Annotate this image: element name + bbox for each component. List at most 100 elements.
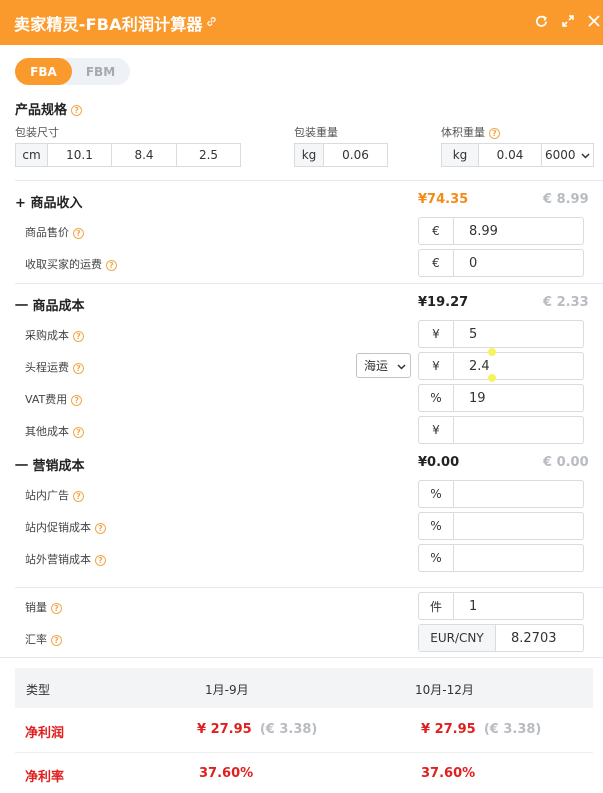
help-icon[interactable]: ? xyxy=(73,362,84,374)
refresh-icon[interactable] xyxy=(532,12,550,30)
help-icon[interactable]: ? xyxy=(489,127,500,139)
help-icon[interactable]: ? xyxy=(95,554,106,566)
collapse-toggle-icon: 一 xyxy=(15,299,29,314)
help-icon[interactable]: ? xyxy=(71,105,83,116)
height-input[interactable]: 2.5 xyxy=(177,144,240,166)
volume-value: 0.04 xyxy=(479,144,542,166)
divisor-value: 6000 xyxy=(545,148,576,162)
column-header-type: 类型 xyxy=(26,683,51,697)
size-unit: cm xyxy=(16,144,48,166)
percent-prefix: % xyxy=(419,385,454,411)
offsite-marketing-input[interactable]: % xyxy=(418,544,584,572)
currency-prefix: ¥ xyxy=(419,353,454,379)
input-value[interactable]: 2.4 xyxy=(454,353,583,379)
summary-table-header: 类型 1月-9月 10月-12月 xyxy=(15,668,593,708)
divider xyxy=(15,752,593,753)
onsite-promo-label: 站内促销成本 xyxy=(25,521,91,534)
width-input[interactable]: 8.4 xyxy=(112,144,177,166)
sale-price-input[interactable]: €8.99 xyxy=(418,217,584,245)
profit-label: 净利润 xyxy=(25,726,65,741)
help-icon[interactable]: ? xyxy=(73,330,84,342)
help-icon[interactable]: ? xyxy=(51,602,62,614)
cost-row-label: 采购成本? xyxy=(25,327,84,343)
input-value[interactable]: 8.99 xyxy=(454,218,583,244)
input-value[interactable]: 5 xyxy=(454,321,583,347)
margin-oct-dec: 37.60% xyxy=(421,766,476,781)
divisor-select[interactable]: 6000 xyxy=(542,144,593,166)
app-title: 卖家精灵-FBA利润计算器 xyxy=(14,14,203,34)
input-value[interactable]: 0 xyxy=(454,250,583,276)
size-label: 包装尺寸 xyxy=(15,126,59,139)
purchase-cost-label: 采购成本 xyxy=(25,329,69,342)
close-icon[interactable] xyxy=(585,12,603,30)
help-icon[interactable]: ? xyxy=(73,227,84,239)
weight-input-group: kg 0.06 xyxy=(294,143,388,167)
shipping-method-select[interactable]: 海运 xyxy=(356,353,411,378)
title-bar: 卖家精灵-FBA利润计算器 xyxy=(0,0,603,45)
weight-input[interactable]: 0.06 xyxy=(324,144,387,166)
first-leg-input[interactable]: ¥2.4 xyxy=(418,352,584,380)
help-icon[interactable]: ? xyxy=(95,522,106,534)
help-icon[interactable]: ? xyxy=(51,634,62,646)
quantity-input[interactable]: 件1 xyxy=(418,592,584,620)
help-icon[interactable]: ? xyxy=(73,490,84,502)
currency-prefix: ¥ xyxy=(419,417,454,443)
volume-unit: kg xyxy=(442,144,479,166)
other-cost-input[interactable]: ¥ xyxy=(418,416,584,444)
purchase-cost-input[interactable]: ¥5 xyxy=(418,320,584,348)
help-icon[interactable]: ? xyxy=(71,394,83,406)
cost-row-label: 头程运费? xyxy=(25,359,84,375)
help-icon[interactable]: ? xyxy=(106,259,117,271)
divider xyxy=(15,587,603,588)
buyer-shipping-label: 收取买家的运费 xyxy=(25,258,102,271)
income-cny: ¥74.35 xyxy=(418,192,469,207)
cost-title: 商品成本 xyxy=(32,299,85,314)
buyer-shipping-input[interactable]: €0 xyxy=(418,249,584,277)
column-header-jan-sep: 1月-9月 xyxy=(205,683,249,697)
income-title: 商品收入 xyxy=(30,196,83,211)
mode-tabs: FBA FBM xyxy=(15,58,130,85)
currency-pair-prefix: EUR/CNY xyxy=(419,625,496,651)
onsite-promo-input[interactable]: % xyxy=(418,512,584,540)
exchange-rate-input[interactable]: EUR/CNY 8.2703 xyxy=(418,624,584,652)
expand-toggle-icon: + xyxy=(15,196,26,211)
cost-eur: € 2.33 xyxy=(543,295,589,310)
cursor-marker-bottom xyxy=(488,374,496,382)
marketing-row-label: 站内促销成本? xyxy=(25,519,106,535)
profit-oct-dec: ¥ 27.95 (€ 3.38) xyxy=(421,722,541,737)
margin-jan-sep: 37.60% xyxy=(199,766,254,781)
vat-label: VAT费用 xyxy=(25,393,68,406)
expand-icon[interactable] xyxy=(559,12,577,30)
link-icon[interactable] xyxy=(206,16,217,30)
profit-eur: (€ 3.38) xyxy=(483,722,542,737)
input-value[interactable] xyxy=(454,417,583,443)
marketing-header[interactable]: 一 营销成本 xyxy=(15,455,85,474)
tab-fba[interactable]: FBA xyxy=(15,58,72,85)
onsite-ads-input[interactable]: % xyxy=(418,480,584,508)
size-input-group: cm 10.1 8.4 2.5 xyxy=(15,143,241,167)
chevron-down-icon xyxy=(397,359,406,373)
currency-prefix: € xyxy=(419,218,454,244)
income-header[interactable]: + 商品收入 xyxy=(15,192,82,211)
tab-fbm[interactable]: FBM xyxy=(72,58,129,85)
cost-row-label: VAT费用? xyxy=(25,391,83,407)
percent-prefix: % xyxy=(419,513,454,539)
cost-header[interactable]: 一 商品成本 xyxy=(15,295,85,314)
marketing-row-label: 站外营销成本? xyxy=(25,551,106,567)
input-value[interactable]: 19 xyxy=(454,385,583,411)
cost-cny: ¥19.27 xyxy=(418,295,469,310)
quantity-label: 销量 xyxy=(25,601,47,614)
chevron-down-icon xyxy=(581,148,590,162)
weight-label: 包装重量 xyxy=(294,126,338,139)
input-value[interactable]: 8.2703 xyxy=(496,625,583,651)
vat-input[interactable]: % 19 xyxy=(418,384,584,412)
input-value[interactable]: 1 xyxy=(454,593,583,619)
help-icon[interactable]: ? xyxy=(73,426,84,438)
input-value[interactable] xyxy=(454,481,583,507)
onsite-ads-label: 站内广告 xyxy=(25,489,69,502)
input-value[interactable] xyxy=(454,545,583,571)
offsite-marketing-label: 站外营销成本 xyxy=(25,553,91,566)
marketing-eur: € 0.00 xyxy=(543,455,589,470)
input-value[interactable] xyxy=(454,513,583,539)
length-input[interactable]: 10.1 xyxy=(48,144,112,166)
